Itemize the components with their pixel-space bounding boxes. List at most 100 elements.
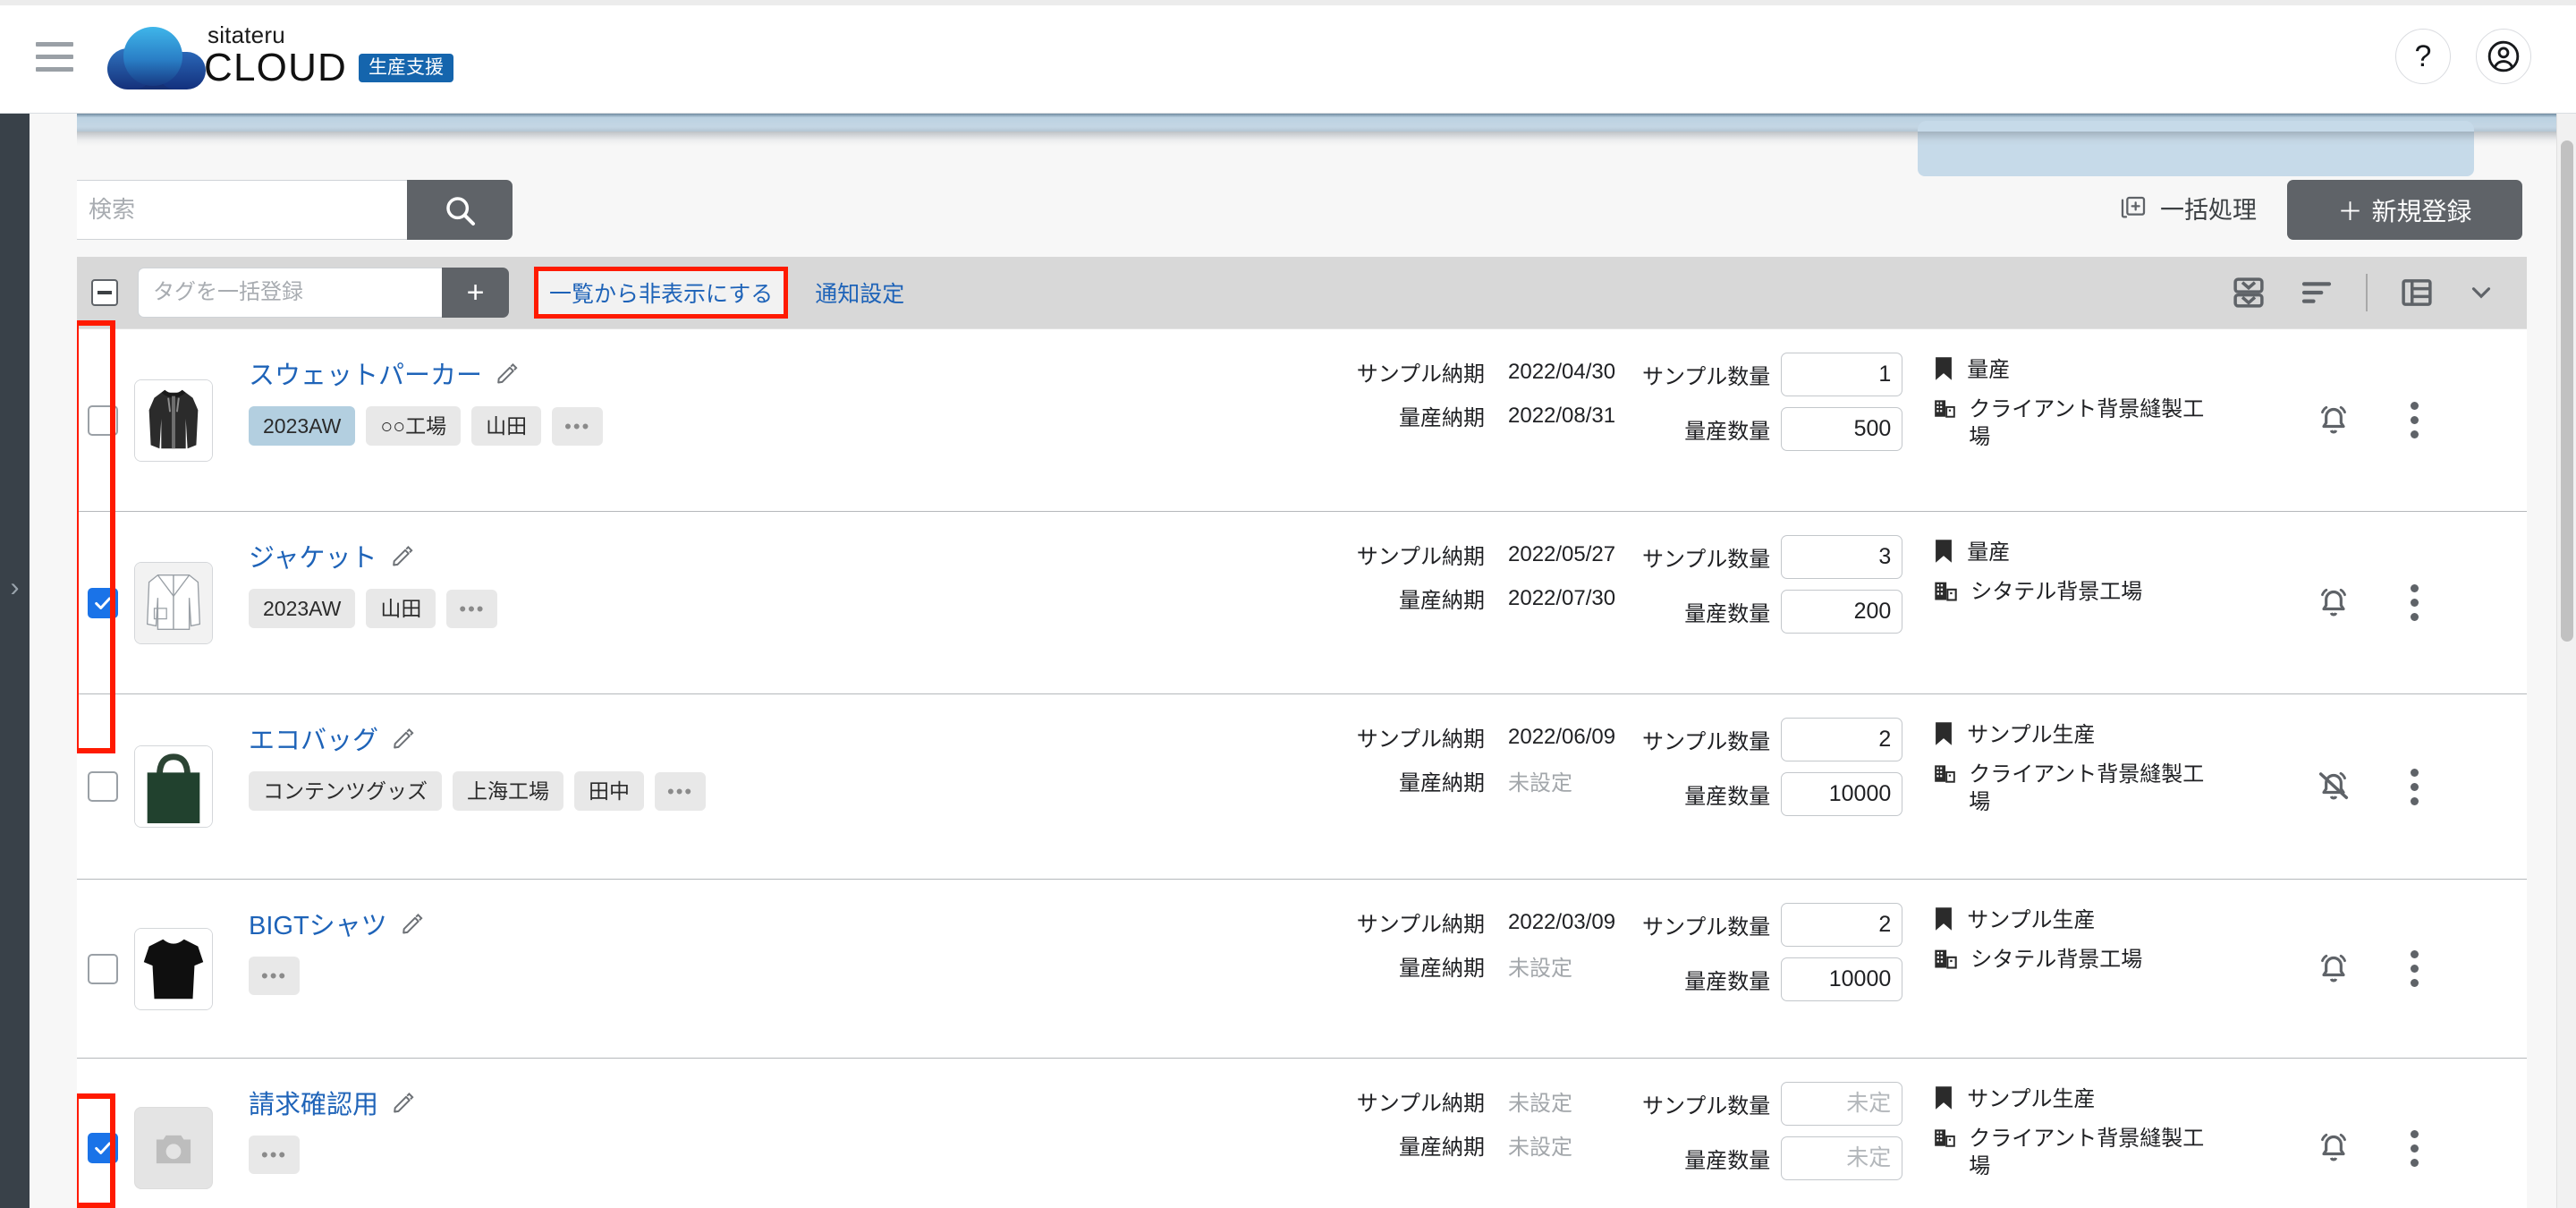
tag-chip[interactable]: ○○工場: [366, 406, 462, 447]
product-list: スウェットパーカー 2023AW ○○工場 山田 ••• サンプル納期 2022…: [72, 328, 2527, 1208]
mass-qty-input[interactable]: [1781, 772, 1903, 816]
tag-chip[interactable]: 2023AW: [249, 406, 356, 447]
sample-qty-input[interactable]: [1781, 535, 1903, 579]
sort-button[interactable]: [2298, 274, 2335, 311]
product-thumbnail[interactable]: [134, 927, 213, 1010]
table-row[interactable]: エコバッグ コンテンツグッズ 上海工場 田中 ••• サンプル納期 2022/0…: [72, 694, 2527, 880]
table-row[interactable]: BIGTシャツ ••• サンプル納期 2022/03/09 量産納期 未設定 サ…: [72, 880, 2527, 1059]
mass-qty-input[interactable]: [1781, 590, 1903, 634]
tag-chip[interactable]: 田中: [574, 771, 644, 812]
product-title-link[interactable]: エコバッグ: [249, 719, 378, 757]
edit-pencil-icon[interactable]: [400, 911, 425, 936]
new-registration-button[interactable]: ＋ 新規登録: [2287, 180, 2522, 240]
edit-pencil-icon[interactable]: [391, 726, 416, 751]
factory-name: クライアント背景縫製工場: [1969, 1127, 2205, 1179]
sample-due-value: 2022/03/09: [1508, 909, 1616, 934]
row-more-menu-button[interactable]: [2410, 1129, 2419, 1167]
sample-qty-input[interactable]: [1781, 903, 1903, 947]
table-row[interactable]: 請求確認用 ••• サンプル納期 未設定 量産納期 未設定 サンプル数量 未定 …: [72, 1059, 2527, 1208]
edit-pencil-icon[interactable]: [391, 1090, 416, 1115]
edit-pencil-icon[interactable]: [495, 361, 520, 386]
search-toolbar: 一括処理 ＋ 新規登録: [30, 146, 2556, 253]
search-group: [72, 180, 513, 240]
notification-toggle-button[interactable]: [2316, 1130, 2351, 1166]
product-title-link[interactable]: ジャケット: [249, 537, 377, 574]
row-dates-cell: サンプル納期 2022/03/09 量産納期 未設定: [1347, 880, 1642, 1058]
row-more-menu-button[interactable]: [2410, 402, 2419, 438]
product-title-link[interactable]: 請求確認用: [249, 1084, 378, 1121]
row-more-menu-button[interactable]: [2410, 950, 2419, 987]
help-button[interactable]: ?: [2395, 29, 2451, 84]
more-tags-button[interactable]: •••: [552, 406, 604, 446]
notification-settings-link[interactable]: 通知設定: [815, 276, 904, 309]
product-thumbnail[interactable]: [134, 379, 213, 462]
product-title-link[interactable]: スウェットパーカー: [249, 354, 482, 392]
tag-chip[interactable]: 山田: [471, 406, 542, 447]
row-more-menu-button[interactable]: [2410, 584, 2419, 621]
row-info-cell: BIGTシャツ •••: [229, 880, 1347, 1058]
sample-qty-input[interactable]: [1781, 1082, 1903, 1126]
row-checkbox[interactable]: [88, 771, 118, 802]
tag-chip[interactable]: 上海工場: [453, 771, 564, 812]
product-thumbnail[interactable]: [134, 745, 213, 828]
status-badge: サンプル生産: [1967, 1087, 2096, 1111]
vertical-scrollbar[interactable]: [2556, 114, 2576, 1208]
more-tags-button[interactable]: •••: [249, 957, 301, 996]
add-tag-button[interactable]: +: [442, 268, 509, 318]
notification-toggle-button[interactable]: [2316, 403, 2351, 438]
mass-qty-input[interactable]: [1781, 407, 1903, 451]
row-quantity-cell: サンプル数量 量産数量: [1642, 512, 1903, 693]
mass-qty-input[interactable]: [1781, 957, 1903, 1001]
row-checkbox[interactable]: [88, 587, 118, 618]
row-quantity-cell: サンプル数量 量産数量: [1642, 694, 1903, 879]
mass-due-label: 量産納期: [1399, 1136, 1485, 1160]
tag-chip[interactable]: コンテンツグッズ: [249, 771, 442, 812]
sort-icon: [2301, 282, 2332, 303]
sample-qty-input[interactable]: [1781, 353, 1903, 396]
collapse-rows-button[interactable]: [2230, 274, 2267, 311]
bulk-tag-input[interactable]: [138, 268, 442, 318]
row-checkbox[interactable]: [88, 1133, 118, 1163]
row-checkbox[interactable]: [88, 404, 118, 436]
row-actions-cell: [2207, 694, 2527, 879]
product-thumbnail-placeholder[interactable]: [134, 1107, 213, 1189]
notification-toggle-button[interactable]: [2316, 585, 2351, 621]
table-row[interactable]: ジャケット 2023AW 山田 ••• サンプル納期 2022/05/27 量産…: [72, 512, 2527, 694]
tag-chip[interactable]: 山田: [366, 589, 436, 629]
mass-due-value: 2022/07/30: [1508, 585, 1616, 610]
bookmark-icon: [1936, 357, 1953, 380]
brand-title: CLOUD: [204, 46, 348, 89]
more-tags-button[interactable]: •••: [249, 1136, 301, 1175]
view-dropdown-button[interactable]: [2466, 277, 2496, 308]
sample-qty-input[interactable]: [1781, 718, 1903, 761]
more-tags-button[interactable]: •••: [446, 589, 498, 628]
bulk-process-button[interactable]: 一括処理: [2119, 191, 2257, 225]
product-title-link[interactable]: BIGTシャツ: [249, 905, 387, 942]
notification-toggle-button[interactable]: [2316, 951, 2351, 987]
notification-toggle-button[interactable]: [2316, 769, 2351, 804]
mass-qty-input[interactable]: [1781, 1136, 1903, 1180]
search-button[interactable]: [407, 180, 513, 240]
hamburger-menu-icon[interactable]: [27, 29, 82, 84]
row-checkbox[interactable]: [88, 953, 118, 984]
account-button[interactable]: [2476, 29, 2531, 84]
bell-on-icon: [2320, 405, 2346, 433]
mass-qty-label: 量産数量: [1684, 970, 1771, 994]
hide-from-list-link[interactable]: 一覧から非表示にする: [549, 282, 773, 307]
select-all-checkbox[interactable]: [91, 279, 118, 306]
edit-pencil-icon[interactable]: [390, 543, 415, 568]
table-row[interactable]: スウェットパーカー 2023AW ○○工場 山田 ••• サンプル納期 2022…: [72, 329, 2527, 512]
more-tags-button[interactable]: •••: [655, 771, 707, 811]
mass-due-label: 量産納期: [1399, 957, 1485, 981]
factory-name: シタテル背景工場: [1970, 580, 2143, 605]
table-view-button[interactable]: [2398, 274, 2436, 311]
row-more-menu-button[interactable]: [2410, 768, 2419, 805]
product-thumbnail[interactable]: [134, 561, 213, 644]
search-input[interactable]: [72, 180, 407, 240]
scrollbar-thumb[interactable]: [2561, 140, 2573, 642]
sample-qty-label: サンプル数量: [1642, 915, 1771, 940]
sidebar-expand-chevron-icon[interactable]: ›: [0, 561, 30, 615]
factory-name: シタテル背景工場: [1970, 948, 2143, 973]
tag-chip[interactable]: 2023AW: [249, 589, 356, 629]
brand-logo[interactable]: sitateru CLOUD 生産支援: [107, 23, 454, 89]
